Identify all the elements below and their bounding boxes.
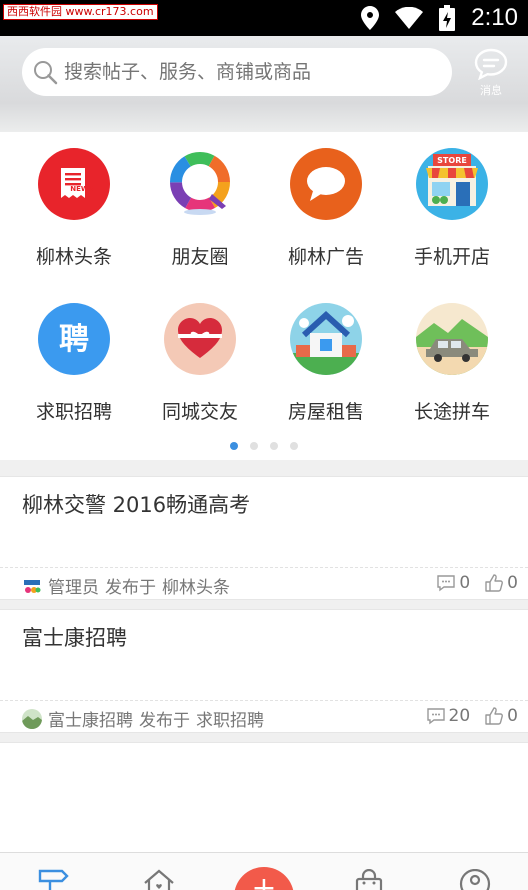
search-bar[interactable] [22, 48, 452, 96]
like-stat[interactable]: 0 [484, 706, 518, 726]
published-in-label: 发布于 [105, 578, 156, 598]
message-bubble-icon [474, 48, 508, 81]
store-badge: STORE [437, 156, 467, 165]
recruit-icon: 聘 [38, 303, 110, 375]
page-dot[interactable] [230, 442, 238, 450]
profile-icon[interactable] [458, 869, 492, 890]
battery-icon [439, 5, 456, 31]
category-grid: NEWS 柳林头条 朋友圈 柳林广告 STORE 手机开店 聘 求职招聘 同城交… [0, 148, 528, 458]
heart-gift-icon [164, 303, 236, 375]
post-channel[interactable]: 求职招聘 [196, 706, 264, 731]
bottom-nav: + [0, 852, 528, 890]
post-title[interactable]: 富士康招聘 [22, 622, 127, 652]
post-title[interactable]: 柳林交警 2016畅通高考 [22, 489, 250, 519]
post-author[interactable]: 管理员 [48, 573, 99, 598]
category-label: 柳林头条 [35, 246, 112, 268]
recruit-glyph: 聘 [59, 322, 89, 357]
avatar [22, 575, 42, 596]
post-card[interactable]: 柳林交警 2016畅通高考 管理员 发布于 柳林头条 0 0 [0, 476, 528, 600]
store-icon: STORE [416, 148, 488, 220]
category-recruit[interactable]: 聘 求职招聘 [11, 303, 137, 458]
thumbs-up-icon [485, 707, 504, 725]
category-label: 朋友圈 [171, 246, 229, 268]
page-dot[interactable] [250, 442, 258, 450]
news-icon: NEWS [38, 148, 110, 220]
page-dot[interactable] [290, 442, 298, 450]
home-icon[interactable] [142, 869, 176, 890]
feed-empty-area [0, 742, 528, 852]
category-ads[interactable]: 柳林广告 [263, 148, 389, 303]
comment-icon [426, 708, 445, 725]
category-store[interactable]: STORE 手机开店 [389, 148, 515, 303]
published-in-label: 发布于 [139, 711, 190, 731]
friends-circle-icon [164, 148, 236, 220]
messages-label: 消息 [480, 84, 502, 97]
post-author[interactable]: 富士康招聘 [48, 706, 133, 731]
ad-chat-icon [290, 148, 362, 220]
shopping-bag-icon[interactable] [354, 869, 384, 890]
post-stats: 20 0 [426, 706, 518, 726]
add-post-button[interactable]: + [234, 867, 294, 890]
category-friends-circle[interactable]: 朋友圈 [137, 148, 263, 303]
search-icon [34, 61, 58, 85]
category-label: 长途拼车 [413, 401, 490, 423]
category-dating[interactable]: 同城交友 [137, 303, 263, 458]
comment-count: 20 [448, 706, 471, 726]
avatar [22, 708, 42, 729]
like-count: 0 [507, 573, 518, 593]
category-label: 手机开店 [413, 246, 490, 268]
comment-icon [437, 575, 456, 592]
location-icon [361, 6, 380, 30]
divider [0, 700, 528, 701]
page-dot[interactable] [270, 442, 278, 450]
post-channel[interactable]: 柳林头条 [162, 573, 230, 598]
category-label: 柳林广告 [287, 246, 364, 268]
header: 消息 [0, 36, 528, 132]
news-badge: NEWS [70, 185, 93, 193]
signpost-icon[interactable] [36, 869, 70, 890]
wifi-icon [395, 7, 424, 29]
category-carpool[interactable]: 长途拼车 [389, 303, 515, 458]
messages-button[interactable]: 消息 [468, 48, 514, 98]
comment-count: 0 [459, 573, 471, 593]
watermark: 西西软件园 www.cr173.com [3, 4, 158, 20]
category-label: 求职招聘 [35, 401, 112, 423]
category-panel: NEWS 柳林头条 朋友圈 柳林广告 STORE 手机开店 聘 求职招聘 同城交… [0, 132, 528, 460]
comment-stat[interactable]: 20 [426, 706, 471, 726]
post-stats: 0 0 [436, 573, 518, 593]
thumbs-up-icon [485, 574, 504, 592]
page-indicator [0, 442, 528, 450]
comment-stat[interactable]: 0 [436, 573, 470, 593]
status-icons: 2:10 [361, 0, 518, 36]
search-input[interactable] [64, 61, 424, 83]
status-bar: 西西软件园 www.cr173.com 2:10 [0, 0, 528, 36]
category-label: 房屋租售 [287, 401, 364, 423]
post-card[interactable]: 富士康招聘 富士康招聘 发布于 求职招聘 20 0 [0, 609, 528, 733]
category-news[interactable]: NEWS 柳林头条 [11, 148, 137, 303]
car-icon [416, 303, 488, 375]
like-count: 0 [507, 706, 518, 726]
post-meta: 富士康招聘 发布于 求职招聘 [22, 706, 264, 731]
post-meta: 管理员 发布于 柳林头条 [22, 573, 230, 598]
house-icon [290, 303, 362, 375]
like-stat[interactable]: 0 [484, 573, 518, 593]
category-label: 同城交友 [161, 401, 238, 423]
clock: 2:10 [471, 4, 518, 31]
category-housing[interactable]: 房屋租售 [263, 303, 389, 458]
divider [0, 567, 528, 568]
